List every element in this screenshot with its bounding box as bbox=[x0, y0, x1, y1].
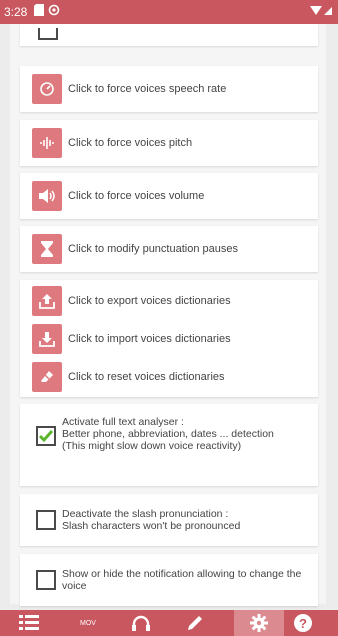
option-line: (This might slow down voice reactivity) bbox=[62, 440, 242, 452]
import-label: Click to import voices dictionaries bbox=[68, 333, 231, 345]
dictionaries-card: Click to export voices dictionaries Clic… bbox=[20, 280, 318, 397]
option-line: voice bbox=[62, 580, 87, 592]
slash-pronunciation-card[interactable]: Deactivate the slash pronunciation : Sla… bbox=[20, 494, 318, 546]
option-line: Deactivate the slash pronunciation : bbox=[62, 508, 229, 520]
speech-rate-card[interactable]: Click to force voices speech rate bbox=[20, 66, 318, 112]
pencil-icon bbox=[188, 616, 202, 630]
pitch-label: Click to force voices pitch bbox=[68, 137, 193, 149]
reset-row[interactable]: Click to reset voices dictionaries bbox=[32, 362, 225, 392]
import-icon bbox=[32, 324, 62, 354]
slash-pronunciation-text: Deactivate the slash pronunciation : Sla… bbox=[62, 508, 240, 532]
full-text-analyser-checkbox[interactable] bbox=[36, 426, 56, 446]
status-time: 3:28 bbox=[4, 5, 28, 19]
nav-settings-button[interactable] bbox=[234, 610, 284, 636]
slash-pronunciation-option[interactable]: Deactivate the slash pronunciation : Sla… bbox=[36, 508, 240, 532]
speed-gauge-icon bbox=[32, 74, 62, 104]
speech-rate-row[interactable]: Click to force voices speech rate bbox=[32, 74, 226, 104]
list-icon bbox=[19, 615, 39, 630]
svg-text:?: ? bbox=[299, 616, 307, 631]
checkmark-icon bbox=[39, 430, 53, 443]
volume-card[interactable]: Click to force voices volume bbox=[20, 173, 318, 219]
pitch-row[interactable]: Click to force voices pitch bbox=[32, 128, 192, 158]
punctuation-row[interactable]: Click to modify punctuation pauses bbox=[32, 234, 238, 264]
full-text-analyser-option[interactable]: Activate full text analyser : Better pho… bbox=[36, 416, 274, 452]
export-label: Click to export voices dictionaries bbox=[68, 295, 231, 307]
notification-toggle-card[interactable]: Show or hide the notification allowing t… bbox=[20, 554, 318, 606]
slash-pronunciation-checkbox[interactable] bbox=[36, 510, 56, 530]
reset-label: Click to reset voices dictionaries bbox=[68, 371, 225, 383]
signal-icons bbox=[310, 4, 334, 19]
waveform-icon bbox=[32, 128, 62, 158]
punctuation-card[interactable]: Click to modify punctuation pauses bbox=[20, 226, 318, 272]
sd-card-icon bbox=[34, 4, 44, 19]
option-line: Activate full text analyser : bbox=[62, 416, 184, 428]
volume-label: Click to force voices volume bbox=[68, 190, 205, 202]
eraser-icon bbox=[32, 362, 62, 392]
option-line: Show or hide the notification allowing t… bbox=[62, 568, 302, 580]
volume-row[interactable]: Click to force voices volume bbox=[32, 181, 204, 211]
speech-rate-label: Click to force voices speech rate bbox=[68, 83, 227, 95]
export-row[interactable]: Click to export voices dictionaries bbox=[32, 286, 231, 316]
gear-icon bbox=[250, 614, 268, 632]
partial-checkbox[interactable] bbox=[38, 28, 58, 40]
nav-list-button[interactable] bbox=[14, 610, 44, 636]
help-icon: ? bbox=[294, 614, 312, 632]
nav-mov-button[interactable]: MOV bbox=[70, 610, 106, 636]
full-text-analyser-text: Activate full text analyser : Better pho… bbox=[62, 416, 274, 452]
export-icon bbox=[32, 286, 62, 316]
hourglass-icon bbox=[32, 234, 62, 264]
volume-icon bbox=[32, 181, 62, 211]
full-text-analyser-card[interactable]: Activate full text analyser : Better pho… bbox=[20, 404, 318, 486]
bottom-nav: MOV ? bbox=[0, 610, 338, 636]
option-line: Slash characters won't be pronounced bbox=[62, 520, 241, 532]
notification-toggle-option[interactable]: Show or hide the notification allowing t… bbox=[36, 568, 301, 592]
mov-label: MOV bbox=[80, 619, 96, 627]
import-row[interactable]: Click to import voices dictionaries bbox=[32, 324, 231, 354]
headphones-icon bbox=[132, 615, 150, 631]
nav-help-button[interactable]: ? bbox=[288, 610, 318, 636]
settings-content[interactable]: Click to force voices speech rate Click … bbox=[0, 24, 338, 610]
notification-toggle-text: Show or hide the notification allowing t… bbox=[62, 568, 301, 592]
notification-toggle-checkbox[interactable] bbox=[36, 570, 56, 590]
nav-edit-button[interactable] bbox=[180, 610, 210, 636]
pitch-card[interactable]: Click to force voices pitch bbox=[20, 120, 318, 166]
option-line: Better phone, abbreviation, dates ... de… bbox=[62, 428, 274, 440]
punctuation-label: Click to modify punctuation pauses bbox=[68, 243, 238, 255]
nav-headphones-button[interactable] bbox=[126, 610, 156, 636]
status-bar: 3:28 bbox=[0, 0, 338, 24]
partial-option-card bbox=[20, 24, 318, 46]
sync-icon bbox=[48, 4, 60, 19]
